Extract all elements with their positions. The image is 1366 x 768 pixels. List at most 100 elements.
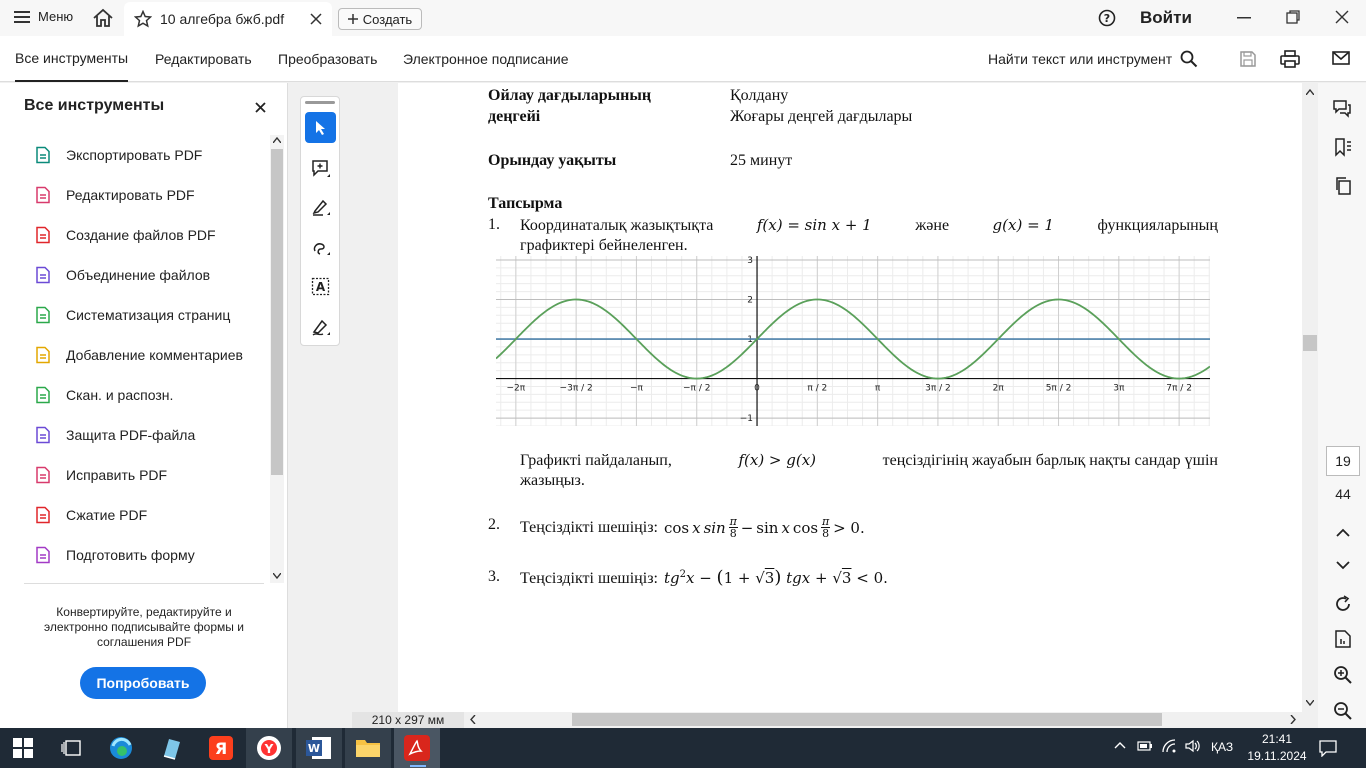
document-tab[interactable]: 10 алгебра бжб.pdf [124,2,332,36]
tool-comment[interactable]: Добавление комментариев [34,335,243,375]
select-tool[interactable] [305,112,336,143]
taskbar-edge[interactable] [98,728,144,768]
copy-pages-icon [1336,177,1351,195]
doc-scroll-up[interactable] [1306,89,1314,95]
pages-panel-button[interactable] [1334,176,1352,196]
home-button[interactable] [92,8,114,28]
scroll-up-arrow[interactable] [273,137,281,143]
next-page-button[interactable] [1336,561,1350,570]
clock[interactable]: 21:41 19.11.2024 [1244,731,1310,765]
panel-scroll-thumb[interactable] [271,149,283,475]
menu-button[interactable]: Меню [14,9,73,24]
highlight-tool[interactable] [311,197,331,217]
chevron-left-icon [470,715,476,724]
comments-icon [1333,100,1351,118]
comment-tool[interactable] [311,159,331,179]
star-icon[interactable] [134,10,152,28]
minimize-button[interactable] [1237,17,1251,19]
help-button[interactable]: ? [1098,9,1116,27]
doc-scroll-thumb[interactable] [1303,335,1317,351]
signin-button[interactable]: Войти [1140,8,1192,28]
y-tick-label: 3 [747,256,753,266]
language-indicator[interactable]: ҚАЗ [1211,740,1233,754]
taskbar-acrobat[interactable] [394,728,440,768]
tab-esign[interactable]: Электронное подписание [403,36,569,82]
panel-close-button[interactable] [255,102,266,113]
task-view-button[interactable] [48,728,94,768]
q3-text: Теңсіздікті шешіңіз: [520,570,658,587]
wifi-status[interactable] [1162,739,1178,753]
duration-value: 25 минут [730,152,793,169]
tab-edit[interactable]: Редактировать [155,36,252,82]
notifications-button[interactable] [1319,739,1337,757]
sign-tool[interactable] [311,317,331,337]
chart-background [496,256,1210,426]
drag-handle[interactable] [305,101,335,104]
q3-line: Теңсіздікті шешіңіз: tg2x − (1 + √3) tgx… [520,567,888,588]
yandex-icon: Я [209,736,233,760]
tray-overflow[interactable] [1114,741,1126,749]
create-button[interactable]: Создать [338,8,422,30]
taskbar-notepad[interactable] [148,728,194,768]
rotate-button[interactable] [1333,594,1353,614]
hscroll-right[interactable] [1290,715,1296,724]
taskbar-yandex[interactable]: Я [198,728,244,768]
draw-tool[interactable] [311,237,331,257]
volume-control[interactable] [1185,739,1201,753]
skill-level-label: Ойлау дағдыларының [488,87,714,105]
restore-button[interactable] [1286,10,1300,24]
bookmark-icon [1335,138,1351,157]
tool-protect[interactable]: Защита PDF-файла [34,415,195,455]
tool-redact[interactable]: Исправить PDF [34,455,167,495]
hscroll-thumb[interactable] [572,713,1162,726]
q1-number: 1. [488,216,500,233]
taskbar-yandex-browser[interactable]: Y [246,728,292,768]
print-button[interactable] [1280,49,1300,69]
save-button[interactable] [1239,50,1257,68]
function-graph: −2π −3π / 2 −π −π / 2 0 π / 2 π 3π / 2 2π 5π / 2 3… [496,256,1210,426]
scroll-down-arrow[interactable] [273,573,281,579]
current-page-input[interactable]: 19 [1326,446,1360,476]
search-tools[interactable]: Найти текст или инструмент [988,36,1198,82]
chevron-up-icon [1114,742,1126,749]
document-vertical-scrollbar[interactable] [1302,83,1318,713]
zoom-out-button[interactable] [1333,701,1353,721]
total-pages: 44 [1335,486,1351,502]
save-icon [1240,51,1256,67]
text-recognition-tool[interactable]: A [311,277,331,297]
try-button[interactable]: Попробовать [80,667,206,699]
restore-icon [1286,10,1300,24]
tab-convert[interactable]: Преобразовать [278,36,377,82]
tab-all-tools[interactable]: Все инструменты [15,36,129,82]
page-info-button[interactable] [1334,629,1352,649]
tool-prepare-form[interactable]: Подготовить форму [34,535,195,575]
tool-organize-pages[interactable]: Систематизация страниц [34,295,230,335]
taskbar-word[interactable]: W [296,728,342,768]
speaker-icon [1185,739,1200,753]
tool-edit-pdf[interactable]: Редактировать PDF [34,175,195,215]
x-tick-label: −2π [506,384,525,394]
tool-combine-files[interactable]: Объединение файлов [34,255,210,295]
hscroll-left[interactable] [470,715,476,724]
y-tick-label: 2 [747,295,753,305]
tool-scan[interactable]: Скан. и распозн. [34,375,173,415]
email-button[interactable] [1332,51,1350,65]
start-button[interactable] [0,728,46,768]
close-tab-icon[interactable] [310,13,322,25]
tool-export-pdf[interactable]: Экспортировать PDF [34,135,202,175]
battery-status[interactable] [1137,740,1153,752]
doc-scroll-down[interactable] [1306,700,1314,706]
tool-create-pdf[interactable]: Создание файлов PDF [34,215,216,255]
help-icon: ? [1098,9,1116,27]
taskbar-explorer[interactable] [345,728,391,768]
close-window-button[interactable] [1335,10,1349,24]
bookmarks-panel-button[interactable] [1334,137,1352,157]
q2-line: Теңсіздікті шешіңіз: cos x sin π8 − sin x cos… [520,516,865,539]
tool-compress[interactable]: Сжатие PDF [34,495,147,535]
chevron-up-icon [1306,89,1314,95]
edge-browser-icon [110,737,132,759]
comments-panel-button[interactable] [1332,98,1352,118]
q3-formula: tg2x − (1 + √3) tgx + √3 < 0. [663,567,888,588]
prev-page-button[interactable] [1336,528,1350,537]
zoom-in-button[interactable] [1333,665,1353,685]
